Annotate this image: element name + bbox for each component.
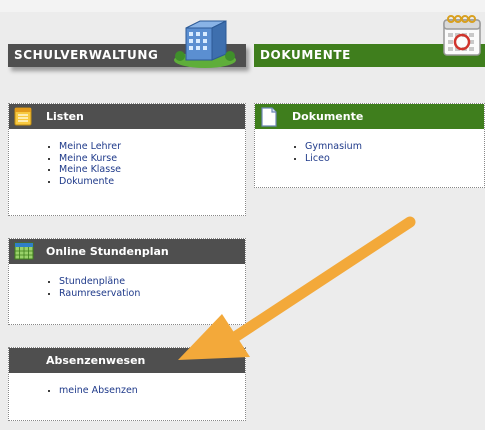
annotation-arrow (178, 216, 416, 360)
